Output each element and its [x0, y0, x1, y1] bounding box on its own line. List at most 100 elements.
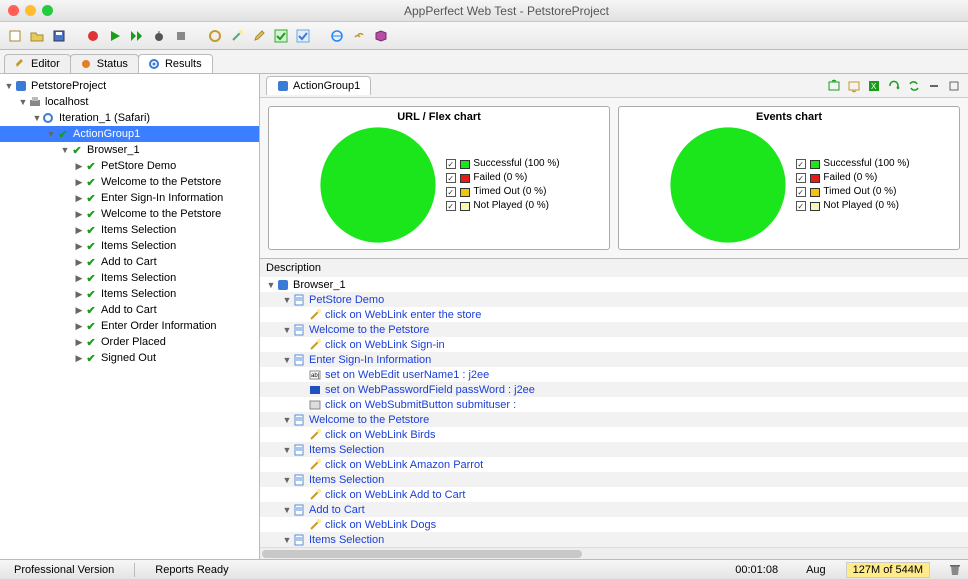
tree-browser[interactable]: ▼✔Browser_1	[0, 142, 259, 158]
zoom-window-button[interactable]	[42, 5, 53, 16]
disclosure-triangle-icon[interactable]: ▶	[74, 241, 84, 252]
disclosure-triangle-icon[interactable]: ▶	[74, 289, 84, 300]
link-icon[interactable]	[350, 27, 368, 45]
desc-action[interactable]: click on WebLink Add to Cart	[260, 487, 968, 502]
disclosure-triangle-icon[interactable]: ▼	[282, 355, 292, 365]
tree-step[interactable]: ▶✔PetStore Demo	[0, 158, 259, 174]
desc-action[interactable]: click on WebLink Sign-in	[260, 337, 968, 352]
disclosure-triangle-icon[interactable]: ▼	[282, 325, 292, 335]
sync-icon[interactable]	[906, 78, 922, 94]
legend-checkbox[interactable]	[796, 201, 806, 211]
disclosure-triangle-icon[interactable]: ▶	[74, 273, 84, 284]
disclosure-triangle-icon[interactable]: ▶	[74, 161, 84, 172]
disclosure-triangle-icon[interactable]: ▶	[74, 209, 84, 220]
minimize-window-button[interactable]	[25, 5, 36, 16]
desc-page[interactable]: ▼Welcome to the Petstore	[260, 412, 968, 427]
close-window-button[interactable]	[8, 5, 19, 16]
desc-action[interactable]: click on WebLink enter the store	[260, 307, 968, 322]
disclosure-triangle-icon[interactable]: ▼	[282, 535, 292, 545]
tree-actiongroup[interactable]: ▼✔ActionGroup1	[0, 126, 259, 142]
disclosure-triangle-icon[interactable]: ▼	[60, 145, 70, 155]
disclosure-triangle-icon[interactable]: ▶	[74, 321, 84, 332]
maximize-panel-icon[interactable]	[946, 78, 962, 94]
disclosure-triangle-icon[interactable]: ▼	[266, 280, 276, 290]
disclosure-triangle-icon[interactable]: ▼	[282, 415, 292, 425]
tree-step[interactable]: ▶✔Add to Cart	[0, 302, 259, 318]
tree-step[interactable]: ▶✔Signed Out	[0, 350, 259, 366]
disclosure-triangle-icon[interactable]: ▶	[74, 305, 84, 316]
settings-icon[interactable]	[206, 27, 224, 45]
horizontal-scrollbar[interactable]	[260, 547, 968, 559]
desc-page[interactable]: ▼Enter Sign-In Information	[260, 352, 968, 367]
disclosure-triangle-icon[interactable]: ▶	[74, 337, 84, 348]
new-project-icon[interactable]	[6, 27, 24, 45]
minimize-panel-icon[interactable]	[926, 78, 942, 94]
tree-step[interactable]: ▶✔Items Selection	[0, 286, 259, 302]
disclosure-triangle-icon[interactable]: ▼	[4, 81, 14, 91]
desc-page[interactable]: ▼Welcome to the Petstore	[260, 322, 968, 337]
legend-checkbox[interactable]	[796, 187, 806, 197]
disclosure-triangle-icon[interactable]: ▼	[18, 97, 28, 107]
desc-action[interactable]: click on WebLink Amazon Parrot	[260, 457, 968, 472]
right-tab-actiongroup[interactable]: ActionGroup1	[266, 76, 371, 95]
desc-action[interactable]: ab|set on WebEdit userName1 : j2ee	[260, 367, 968, 382]
import-icon[interactable]	[846, 78, 862, 94]
desc-action[interactable]: set on WebPasswordField passWord : j2ee	[260, 382, 968, 397]
desc-action[interactable]: click on WebLink Dogs	[260, 517, 968, 532]
legend-checkbox[interactable]	[446, 159, 456, 169]
save-icon[interactable]	[50, 27, 68, 45]
excel-icon[interactable]: X	[866, 78, 882, 94]
tree-project[interactable]: ▼PetstoreProject	[0, 78, 259, 94]
tree-step[interactable]: ▶✔Items Selection	[0, 270, 259, 286]
box-icon[interactable]	[372, 27, 390, 45]
tree-step[interactable]: ▶✔Enter Order Information	[0, 318, 259, 334]
tree-host[interactable]: ▼localhost	[0, 94, 259, 110]
tab-status[interactable]: Status	[70, 54, 139, 73]
desc-browser[interactable]: ▼Browser_1	[260, 277, 968, 292]
tree-step[interactable]: ▶✔Welcome to the Petstore	[0, 206, 259, 222]
check-icon[interactable]	[272, 27, 290, 45]
stop-icon[interactable]	[172, 27, 190, 45]
refresh-icon[interactable]	[886, 78, 902, 94]
disclosure-triangle-icon[interactable]: ▼	[32, 113, 42, 123]
tree-step[interactable]: ▶✔Add to Cart	[0, 254, 259, 270]
run-all-icon[interactable]	[128, 27, 146, 45]
disclosure-triangle-icon[interactable]: ▼	[46, 129, 56, 139]
legend-checkbox[interactable]	[796, 159, 806, 169]
run-icon[interactable]	[106, 27, 124, 45]
desc-action[interactable]: click on WebLink Birds	[260, 427, 968, 442]
validate-icon[interactable]	[294, 27, 312, 45]
trash-icon[interactable]	[948, 563, 962, 577]
open-icon[interactable]	[28, 27, 46, 45]
disclosure-triangle-icon[interactable]: ▼	[282, 475, 292, 485]
disclosure-triangle-icon[interactable]: ▶	[74, 225, 84, 236]
tree-step[interactable]: ▶✔Enter Sign-In Information	[0, 190, 259, 206]
desc-action[interactable]: click on WebSubmitButton submituser :	[260, 397, 968, 412]
tab-editor[interactable]: Editor	[4, 54, 71, 73]
disclosure-triangle-icon[interactable]: ▶	[74, 353, 84, 364]
disclosure-triangle-icon[interactable]: ▼	[282, 445, 292, 455]
disclosure-triangle-icon[interactable]: ▶	[74, 257, 84, 268]
disclosure-triangle-icon[interactable]: ▶	[74, 177, 84, 188]
tree-step[interactable]: ▶✔Items Selection	[0, 222, 259, 238]
desc-page[interactable]: ▼PetStore Demo	[260, 292, 968, 307]
desc-page[interactable]: ▼Items Selection	[260, 472, 968, 487]
export-icon[interactable]	[826, 78, 842, 94]
desc-page[interactable]: ▼Items Selection	[260, 532, 968, 547]
action-wand-icon[interactable]	[228, 27, 246, 45]
tree-step[interactable]: ▶✔Order Placed	[0, 334, 259, 350]
tree-step[interactable]: ▶✔Welcome to the Petstore	[0, 174, 259, 190]
desc-page[interactable]: ▼Items Selection	[260, 442, 968, 457]
disclosure-triangle-icon[interactable]: ▼	[282, 505, 292, 515]
tree-iteration[interactable]: ▼Iteration_1 (Safari)	[0, 110, 259, 126]
disclosure-triangle-icon[interactable]: ▶	[74, 193, 84, 204]
debug-icon[interactable]	[150, 27, 168, 45]
legend-checkbox[interactable]	[446, 201, 456, 211]
record-icon[interactable]	[84, 27, 102, 45]
disclosure-triangle-icon[interactable]: ▼	[282, 295, 292, 305]
tab-results[interactable]: Results	[138, 54, 213, 73]
network-icon[interactable]	[328, 27, 346, 45]
legend-checkbox[interactable]	[446, 173, 456, 183]
legend-checkbox[interactable]	[446, 187, 456, 197]
legend-checkbox[interactable]	[796, 173, 806, 183]
